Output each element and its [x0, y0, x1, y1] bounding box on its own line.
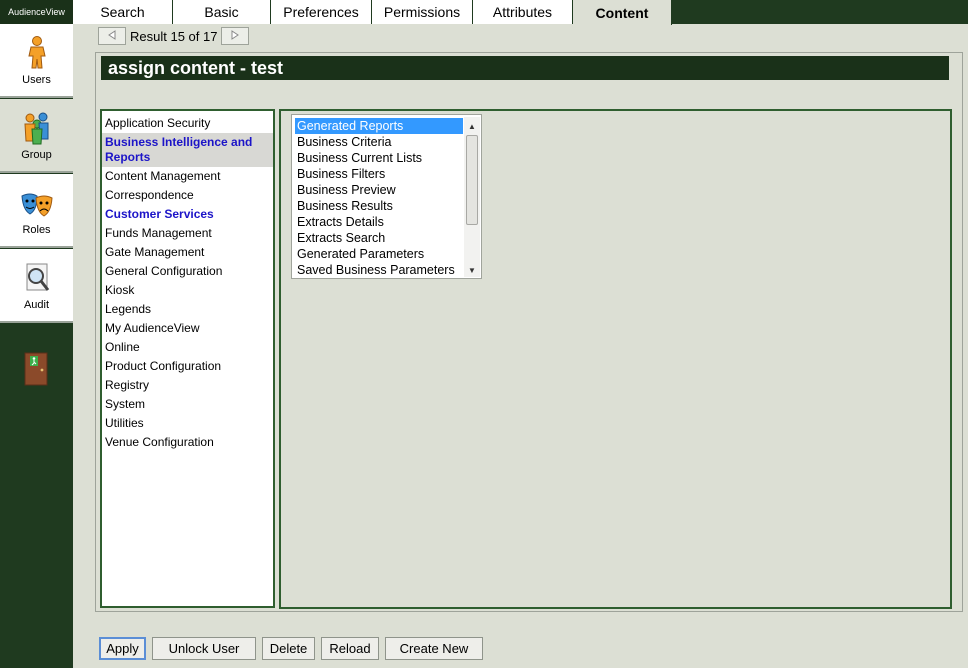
arrow-right-icon	[230, 29, 240, 43]
list-item-category[interactable]: Kiosk	[102, 281, 273, 300]
sidebar-item-label: Roles	[22, 224, 51, 236]
sidebar-item-label: Audit	[23, 299, 50, 311]
category-list: Application Security Business Intelligen…	[100, 109, 275, 608]
list-item-category[interactable]: Customer Services	[102, 205, 273, 224]
list-item-report[interactable]: Business Preview	[295, 182, 463, 198]
tab-attributes[interactable]: Attributes	[473, 0, 573, 24]
sidebar-item-label: Users	[22, 74, 51, 86]
list-item-report[interactable]: Business Criteria	[295, 134, 463, 150]
list-item-category[interactable]: Funds Management	[102, 224, 273, 243]
list-item-category[interactable]: Content Management	[102, 167, 273, 186]
list-item-category[interactable]: Venue Configuration	[102, 433, 273, 452]
list-item-report[interactable]: Business Results	[295, 198, 463, 214]
result-counter: Result 15 of 17	[130, 28, 218, 44]
sidebar-item-group[interactable]: Group	[0, 99, 73, 173]
brand-logo: AudienceView	[0, 0, 73, 24]
magnifier-icon	[23, 263, 51, 295]
unlock-user-button[interactable]: Unlock User	[152, 637, 256, 660]
page-title: assign content - test	[101, 56, 949, 80]
list-item-category[interactable]: Application Security	[102, 114, 273, 133]
list-item-report[interactable]: Business Filters	[295, 166, 463, 182]
scroll-up-icon[interactable]: ▲	[464, 119, 480, 133]
list-item-report[interactable]: Generated Parameters	[295, 246, 463, 262]
sidebar-item-roles[interactable]: Roles	[0, 174, 73, 248]
list-item-category[interactable]: Correspondence	[102, 186, 273, 205]
tab-search[interactable]: Search	[73, 0, 173, 24]
list-item-category[interactable]: Registry	[102, 376, 273, 395]
sidebar-item-users[interactable]: Users	[0, 24, 73, 98]
list-item-category[interactable]: Legends	[102, 300, 273, 319]
reload-button[interactable]: Reload	[321, 637, 379, 660]
apply-button[interactable]: Apply	[99, 637, 146, 660]
next-result-button[interactable]	[221, 27, 250, 45]
user-icon	[24, 36, 50, 70]
list-item-category[interactable]: Gate Management	[102, 243, 273, 262]
exit-door-icon	[23, 352, 49, 389]
list-item-category[interactable]: Business Intelligence and Reports	[102, 133, 273, 167]
tab-permissions[interactable]: Permissions	[372, 0, 473, 24]
sidebar-item-audit[interactable]: Audit	[0, 249, 73, 323]
report-list-scrollbar[interactable]: ▲ ▼	[464, 117, 480, 277]
tab-content[interactable]: Content	[573, 0, 672, 25]
list-item-category[interactable]: System	[102, 395, 273, 414]
list-item-report[interactable]: Extracts Details	[295, 214, 463, 230]
tab-basic[interactable]: Basic	[173, 0, 271, 24]
create-new-button[interactable]: Create New	[385, 637, 483, 660]
scroll-down-icon[interactable]: ▼	[464, 263, 480, 277]
previous-result-button[interactable]	[98, 27, 126, 45]
list-item-category[interactable]: Product Configuration	[102, 357, 273, 376]
list-item-category[interactable]: General Configuration	[102, 262, 273, 281]
list-item-report[interactable]: Saved Business Parameters	[295, 262, 463, 278]
group-icon	[21, 111, 53, 145]
result-navigator: Result 15 of 17	[98, 27, 250, 45]
scroll-thumb[interactable]	[466, 135, 478, 225]
list-item-report[interactable]: Business Current Lists	[295, 150, 463, 166]
report-listbox[interactable]: Generated Reports Business Criteria Busi…	[291, 114, 482, 279]
tab-preferences[interactable]: Preferences	[271, 0, 372, 24]
sidebar-item-label: Group	[21, 149, 52, 161]
list-item-category[interactable]: Online	[102, 338, 273, 357]
list-item-category[interactable]: My AudienceView	[102, 319, 273, 338]
arrow-left-icon	[107, 29, 117, 43]
exit-button[interactable]	[23, 352, 49, 386]
list-item-report[interactable]: Generated Reports	[295, 118, 463, 134]
delete-button[interactable]: Delete	[262, 637, 315, 660]
list-item-category[interactable]: Utilities	[102, 414, 273, 433]
left-sidebar: AudienceView Users Group Roles Audit	[0, 0, 73, 668]
list-item-report[interactable]: Extracts Search	[295, 230, 463, 246]
masks-icon	[20, 192, 54, 220]
